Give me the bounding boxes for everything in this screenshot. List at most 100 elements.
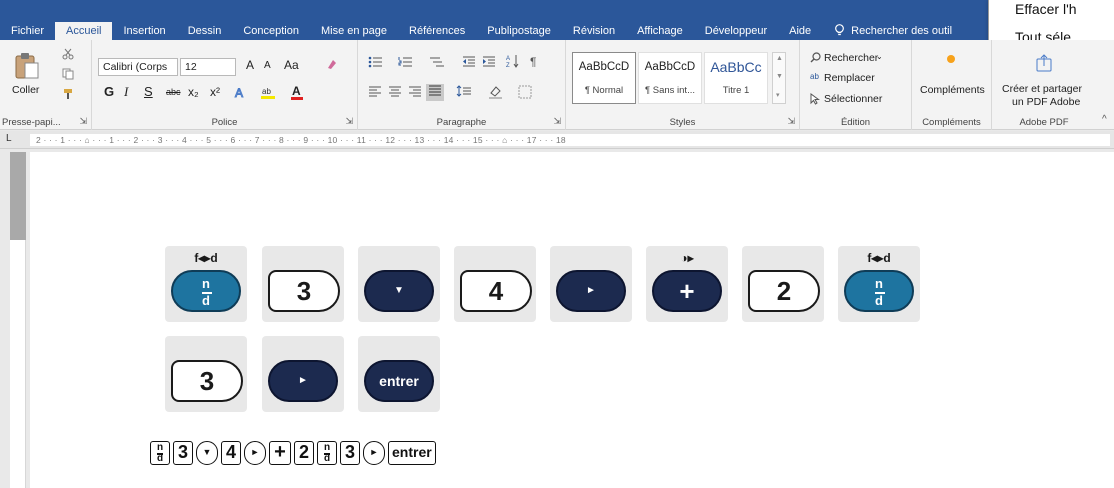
shading-icon[interactable] [488, 85, 504, 102]
key-2[interactable]: 2 [742, 246, 824, 322]
tab-affichage[interactable]: Affichage [626, 22, 694, 40]
number-3-button-second[interactable]: 3 [171, 360, 243, 402]
replace-button[interactable]: Remplacer [824, 72, 875, 84]
tab-stop-selector-icon[interactable]: L [6, 133, 12, 144]
tab-fichier[interactable]: Fichier [0, 22, 55, 40]
context-menu-item-clear[interactable]: Effacer l'h [1015, 1, 1077, 17]
number-2-button[interactable]: 2 [748, 270, 820, 312]
style-heading1[interactable]: AaBbCc Titre 1 [704, 52, 768, 104]
bold-button[interactable]: G [104, 84, 114, 99]
strikethrough-button[interactable]: abc [166, 87, 181, 97]
tell-me-search[interactable]: Rechercher des outil [822, 22, 952, 40]
grow-font-button[interactable]: A [246, 58, 254, 72]
create-pdf-line2[interactable]: un PDF Adobe [1012, 96, 1080, 108]
underline-button[interactable]: S [144, 84, 153, 99]
paragraph-launcher-icon[interactable]: ⇲ [553, 116, 561, 127]
superscript-button[interactable]: x² [210, 85, 220, 99]
plus-button[interactable]: + [652, 270, 722, 312]
line-spacing-icon[interactable] [456, 85, 472, 100]
paste-label[interactable]: Coller [12, 84, 39, 96]
key-plus[interactable]: ◑▸ + [646, 246, 728, 322]
vertical-ruler[interactable] [10, 152, 26, 488]
addins-icon[interactable] [946, 54, 956, 67]
borders-icon[interactable] [518, 85, 532, 102]
key-fraction[interactable]: f◂▸d n d [165, 246, 247, 322]
tab-revision[interactable]: Révision [562, 22, 626, 40]
increase-indent-icon[interactable] [482, 56, 496, 71]
right-arrow-button[interactable]: ► [556, 270, 626, 312]
key-3[interactable]: 3 [262, 246, 344, 322]
seq-key-2: 2 [294, 441, 314, 465]
italic-button[interactable]: I [124, 84, 128, 100]
tab-references[interactable]: Références [398, 22, 476, 40]
decrease-indent-icon[interactable] [462, 56, 476, 71]
paste-icon[interactable] [14, 50, 40, 83]
styles-scroll[interactable]: ▲ ▼ ▾ [772, 52, 786, 104]
clear-format-icon[interactable] [326, 58, 338, 73]
document-page[interactable]: f◂▸d n d 3 ▼ 4 ► ◑▸ + 2 f◂▸d n d 3 ► ent… [30, 152, 1114, 488]
tab-insertion[interactable]: Insertion [112, 22, 176, 40]
styles-launcher-icon[interactable]: ⇲ [787, 116, 795, 127]
format-painter-icon[interactable] [62, 88, 74, 103]
align-center-icon[interactable] [388, 86, 402, 101]
key-right[interactable]: ► [550, 246, 632, 322]
key-fraction-2[interactable]: f◂▸d n d [838, 246, 920, 322]
number-4-button[interactable]: 4 [460, 270, 532, 312]
font-name-combo[interactable]: Calibri (Corps [98, 58, 178, 76]
cut-icon[interactable] [62, 48, 74, 63]
key-right-second[interactable]: ► [262, 336, 344, 412]
search-icon[interactable] [810, 52, 821, 66]
horizontal-ruler[interactable]: L 2 · · · 1 · · · ⌂ · · · 1 · · · 2 · · … [0, 131, 1114, 149]
tab-mise-en-page[interactable]: Mise en page [310, 22, 398, 40]
addins-button[interactable]: Compléments [920, 84, 985, 96]
pilcrow-icon[interactable]: ¶ [530, 55, 540, 70]
find-button[interactable]: Rechercher [824, 52, 878, 64]
tab-aide[interactable]: Aide [778, 22, 822, 40]
down-arrow-button[interactable]: ▼ [364, 270, 434, 312]
tab-publipostage[interactable]: Publipostage [476, 22, 562, 40]
align-left-icon[interactable] [368, 86, 382, 101]
enter-button[interactable]: entrer [364, 360, 434, 402]
change-case-button[interactable]: Aa [284, 58, 299, 72]
justify-icon[interactable] [426, 84, 444, 101]
right-arrow-button-second[interactable]: ► [268, 360, 338, 402]
copy-icon[interactable] [62, 68, 74, 83]
clipboard-launcher-icon[interactable]: ⇲ [79, 116, 87, 127]
font-size-combo[interactable]: 12 [180, 58, 236, 76]
select-cursor-icon[interactable] [810, 93, 821, 108]
share-pdf-icon[interactable] [1036, 54, 1052, 75]
replace-icon[interactable]: ab [810, 72, 819, 81]
key-down[interactable]: ▼ [358, 246, 440, 322]
tab-accueil[interactable]: Accueil [55, 22, 113, 40]
style-normal[interactable]: AaBbCcD ¶ Normal [572, 52, 636, 104]
fraction-button[interactable]: n d [171, 270, 241, 312]
shrink-font-button[interactable]: A [264, 60, 271, 71]
multilevel-list-icon[interactable] [428, 56, 450, 71]
create-pdf-line1[interactable]: Créer et partager [1002, 83, 1082, 95]
bullets-icon[interactable] [368, 56, 390, 71]
align-right-icon[interactable] [408, 86, 422, 101]
tab-developpeur[interactable]: Développeur [694, 22, 778, 40]
sort-icon[interactable]: AZ [506, 54, 520, 71]
fraction-button-2[interactable]: n d [844, 270, 914, 312]
styles-down-icon[interactable]: ▼ [776, 73, 783, 80]
styles-up-icon[interactable]: ▲ [776, 55, 783, 62]
font-group-label: Police [211, 117, 238, 128]
tab-conception[interactable]: Conception [232, 22, 310, 40]
styles-more-icon[interactable]: ▾ [776, 91, 780, 99]
font-launcher-icon[interactable]: ⇲ [345, 116, 353, 127]
subscript-button[interactable]: x₂ [188, 85, 199, 99]
numbering-icon[interactable] [398, 56, 420, 71]
font-color-icon[interactable]: A [290, 84, 304, 103]
style-no-spacing[interactable]: AaBbCcD ¶ Sans int... [638, 52, 702, 104]
tab-dessin[interactable]: Dessin [177, 22, 233, 40]
key-3-second[interactable]: 3 [165, 336, 247, 412]
find-dropdown-icon[interactable]: ⌄ [876, 52, 883, 61]
highlight-icon[interactable]: ab [260, 85, 278, 102]
key-4[interactable]: 4 [454, 246, 536, 322]
collapse-ribbon-icon[interactable]: ^ [1102, 114, 1107, 125]
key-enter[interactable]: entrer [358, 336, 440, 412]
select-button[interactable]: Sélectionner [824, 93, 882, 105]
text-effects-icon[interactable]: A [234, 86, 248, 101]
number-3-button[interactable]: 3 [268, 270, 340, 312]
